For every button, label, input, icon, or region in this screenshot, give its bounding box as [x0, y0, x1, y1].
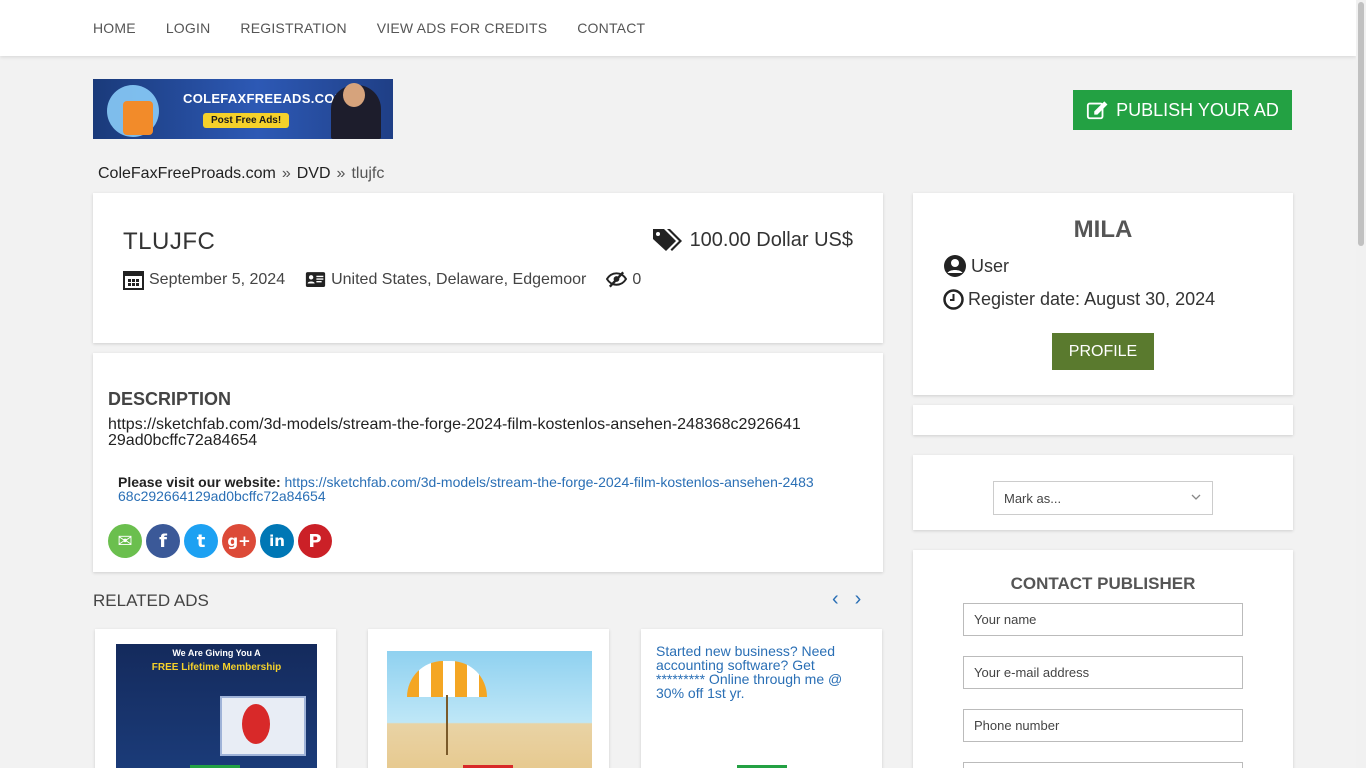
ad-header-card: TLUJFC 100.00 Dollar US$ September 5, 20… [93, 193, 883, 343]
page-scrollbar[interactable] [1356, 0, 1366, 768]
ad-price: 100.00 Dollar US$ [652, 227, 853, 253]
ad-meta: September 5, 2024 United States, Delawar… [123, 269, 641, 290]
related-ads-nav: ‹ › [832, 588, 861, 611]
ad-date: September 5, 2024 [123, 269, 285, 290]
publisher-role: User [943, 254, 1009, 278]
mark-as-placeholder: Mark as... [1004, 490, 1062, 506]
related-ad-image[interactable]: We Are Giving You A FREE Lifetime Member… [116, 644, 317, 768]
pinterest-share-icon[interactable]: P [298, 524, 332, 558]
your-name-input[interactable]: Your name [963, 603, 1243, 636]
publish-ad-button[interactable]: PUBLISH YOUR AD [1073, 90, 1292, 130]
ad-title: TLUJFC [123, 228, 216, 255]
beach-umbrella-image [407, 661, 487, 697]
related-ad-image-title: We Are Giving You A [172, 648, 261, 658]
ad-location-text: United States, Delaware, Edgemoor [331, 270, 587, 288]
related-ad-image-badge [242, 704, 270, 744]
breadcrumb-home[interactable]: ColeFaxFreeProads.com [98, 165, 276, 183]
edit-icon [1087, 101, 1108, 120]
related-ad-image-alt[interactable]: Started new business? Need accounting so… [656, 644, 861, 700]
email-share-icon[interactable]: ✉ [108, 524, 142, 558]
empty-widget [913, 405, 1293, 435]
description-heading: DESCRIPTION [108, 389, 232, 409]
banner-cta: Post Free Ads! [203, 113, 290, 128]
related-ad-card[interactable] [368, 629, 609, 768]
profile-button[interactable]: PROFILE [1052, 333, 1154, 370]
chevron-left-icon[interactable]: ‹ [832, 588, 839, 611]
ad-location: United States, Delaware, Edgemoor [305, 269, 586, 290]
mark-as-select[interactable]: Mark as... [993, 481, 1213, 515]
nav-menu: HOME LOGIN REGISTRATION VIEW ADS FOR CRE… [93, 0, 675, 56]
social-share-bar: ✉ f t g+ in P [108, 524, 332, 558]
breadcrumb-separator: » [281, 165, 291, 182]
calendar-icon [123, 271, 144, 290]
chevron-down-icon [1191, 494, 1201, 500]
contact-publisher-card: CONTACT PUBLISHER Your name Your e-mail … [913, 550, 1293, 768]
linkedin-share-icon[interactable]: in [260, 524, 294, 558]
email-input[interactable]: Your e-mail address [963, 656, 1243, 689]
tags-icon [652, 229, 682, 251]
mark-as-card: Mark as... [913, 455, 1293, 530]
ad-views: 0 [606, 269, 641, 290]
user-circle-icon [944, 255, 966, 277]
contact-publisher-heading: CONTACT PUBLISHER [1010, 574, 1196, 593]
nav-contact[interactable]: CONTACT [577, 20, 645, 36]
breadcrumb-current: tlujfc [351, 165, 385, 182]
related-ad-card[interactable]: Started new business? Need accounting so… [641, 629, 882, 768]
clock-icon [943, 289, 964, 310]
ad-views-count: 0 [632, 270, 642, 288]
message-input[interactable] [963, 762, 1243, 768]
related-ad-image-subtitle: FREE Lifetime Membership [151, 662, 282, 673]
breadcrumb-separator: » [336, 165, 346, 182]
publisher-role-text: User [971, 255, 1010, 276]
publisher-name: MILA [1073, 216, 1133, 243]
description-card: DESCRIPTION https://sketchfab.com/3d-mod… [93, 353, 883, 572]
site-logo-banner[interactable]: COLEFAXFREEADS.COM Post Free Ads! [93, 79, 393, 139]
banner-shopping-bag [123, 101, 153, 135]
nav-home[interactable]: HOME [93, 20, 136, 36]
facebook-share-icon[interactable]: f [146, 524, 180, 558]
top-navbar: HOME LOGIN REGISTRATION VIEW ADS FOR CRE… [0, 0, 1356, 56]
description-text: https://sketchfab.com/3d-models/stream-t… [108, 416, 801, 449]
breadcrumb-category[interactable]: DVD [297, 165, 331, 183]
nav-view-ads-for-credits[interactable]: VIEW ADS FOR CREDITS [377, 20, 547, 36]
nav-login[interactable]: LOGIN [166, 20, 211, 36]
publisher-card: MILA User Register date: August 30, 2024… [913, 193, 1293, 395]
related-ad-card[interactable]: We Are Giving You A FREE Lifetime Member… [95, 629, 336, 768]
banner-site-name: COLEFAXFREEADS.COM [183, 91, 346, 106]
related-ads-heading: RELATED ADS [93, 591, 209, 610]
ad-price-value: 100.00 Dollar US$ [689, 228, 853, 251]
twitter-share-icon[interactable]: t [184, 524, 218, 558]
eye-slash-icon [606, 271, 628, 288]
scrollbar-thumb[interactable] [1358, 2, 1364, 246]
nav-registration[interactable]: REGISTRATION [240, 20, 346, 36]
breadcrumb: ColeFaxFreeProads.com » DVD » tlujfc [98, 165, 384, 183]
phone-input[interactable]: Phone number [963, 709, 1243, 742]
chevron-right-icon[interactable]: › [855, 588, 862, 611]
banner-businessman-head [343, 83, 365, 107]
publish-ad-label: PUBLISH YOUR AD [1116, 99, 1279, 120]
publisher-register-date: Register date: August 30, 2024 [943, 289, 1215, 310]
visit-website: Please visit our website: https://sketch… [118, 475, 818, 503]
beach-umbrella-pole [446, 695, 448, 755]
related-ad-image[interactable] [387, 651, 592, 768]
publisher-register-text: Register date: August 30, 2024 [968, 289, 1216, 309]
google-plus-share-icon[interactable]: g+ [222, 524, 256, 558]
ad-date-text: September 5, 2024 [149, 270, 286, 288]
address-card-icon [305, 272, 326, 287]
